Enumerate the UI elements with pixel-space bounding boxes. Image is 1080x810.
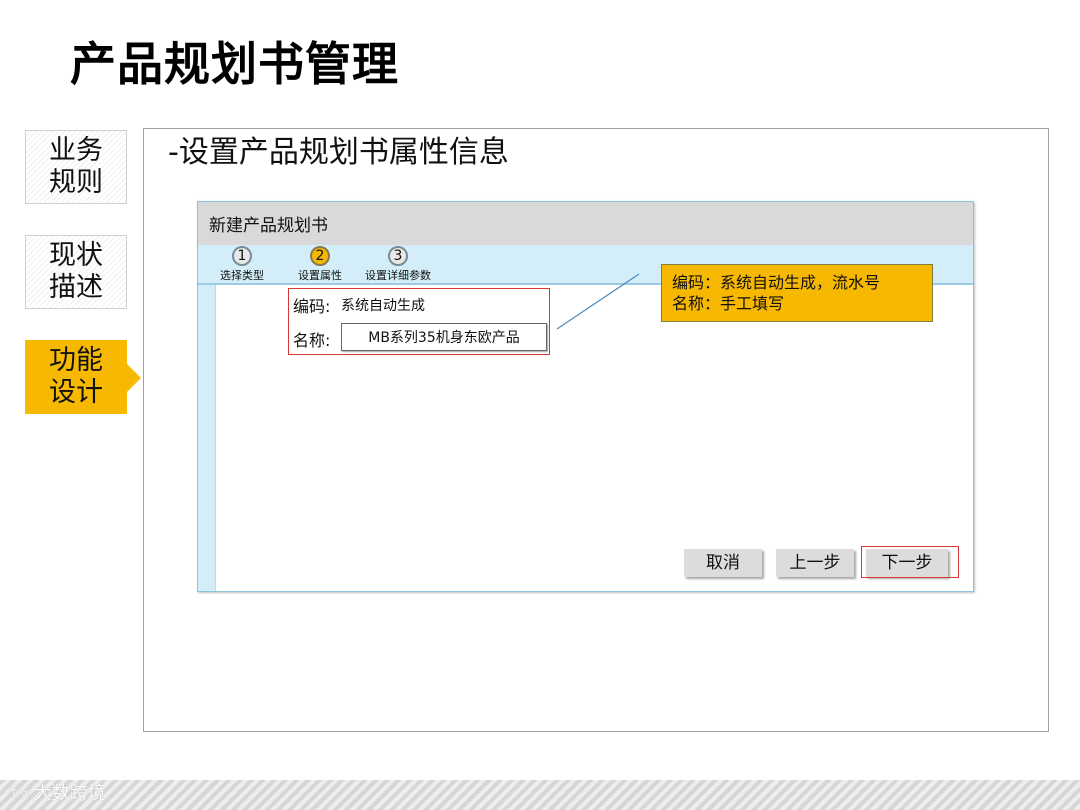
section-title: -设置产品规划书属性信息 bbox=[168, 135, 509, 170]
step-set-attributes[interactable]: 2 设置属性 bbox=[298, 245, 342, 283]
cancel-button[interactable]: 取消 bbox=[684, 549, 762, 577]
step-number: 3 bbox=[388, 246, 408, 266]
next-button-highlight bbox=[861, 546, 959, 578]
step-label: 设置详细参数 bbox=[365, 269, 431, 282]
step-number: 2 bbox=[310, 246, 330, 266]
footer-logo: ⓒ∞ 大数跨境 bbox=[8, 779, 106, 805]
name-label: 名称: bbox=[293, 331, 331, 350]
step-label: 设置属性 bbox=[298, 269, 342, 282]
dialog-title: 新建产品规划书 bbox=[209, 216, 328, 236]
callout-line: 名称：手工填写 bbox=[672, 294, 785, 313]
prev-step-button[interactable]: 上一步 bbox=[776, 549, 854, 577]
side-tab-label: 设计 bbox=[49, 377, 103, 408]
step-number: 1 bbox=[232, 246, 252, 266]
callout-note: 编码：系统自动生成，流水号 名称：手工填写 bbox=[661, 264, 933, 322]
step-set-detail-params[interactable]: 3 设置详细参数 bbox=[365, 245, 431, 283]
side-tab-label: 功能 bbox=[49, 345, 103, 376]
dialog-left-strip bbox=[198, 285, 216, 591]
side-tab-label: 现状 bbox=[49, 240, 103, 271]
code-value: 系统自动生成 bbox=[341, 298, 425, 314]
side-tab-label: 规则 bbox=[49, 167, 103, 198]
step-select-type[interactable]: 1 选择类型 bbox=[220, 245, 264, 283]
step-label: 选择类型 bbox=[220, 269, 264, 282]
side-tab-current-status[interactable]: 现状 描述 bbox=[25, 235, 127, 309]
dialog-header: 新建产品规划书 bbox=[198, 202, 973, 245]
side-tab-business-rules[interactable]: 业务 规则 bbox=[25, 130, 127, 204]
side-tab-label: 描述 bbox=[49, 272, 103, 303]
callout-line: 编码：系统自动生成，流水号 bbox=[672, 273, 881, 292]
logo-icon: ⓒ∞ bbox=[8, 785, 32, 801]
new-plan-dialog: 新建产品规划书 1 选择类型 2 设置属性 3 设置详细参数 bbox=[197, 201, 974, 592]
name-input[interactable] bbox=[341, 323, 547, 351]
footer-bar: ⓒ∞ 大数跨境 bbox=[0, 780, 1080, 810]
logo-text: 大数跨境 bbox=[33, 783, 106, 804]
code-label: 编码: bbox=[293, 297, 331, 316]
page-title: 产品规划书管理 bbox=[70, 37, 399, 91]
side-tab-function-design[interactable]: 功能 设计 bbox=[25, 340, 141, 414]
side-tab-label: 业务 bbox=[49, 135, 103, 166]
